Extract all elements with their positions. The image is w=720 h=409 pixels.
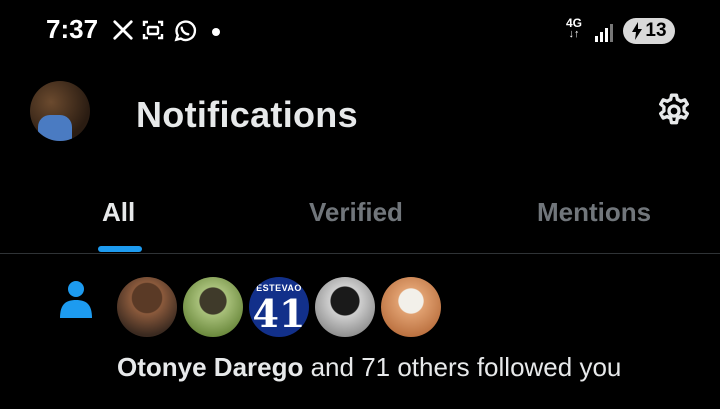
status-bar: 7:37 4G ↓↑ 13 (0, 0, 720, 64)
more-notifications-dot-icon (212, 28, 220, 36)
tab-verified[interactable]: Verified (309, 197, 403, 228)
follower-avatar[interactable] (117, 277, 177, 337)
network-indicator: 4G ↓↑ (566, 16, 583, 40)
person-icon (60, 281, 92, 318)
x-logo-icon (112, 18, 136, 44)
notification-text[interactable]: Otonye Darego and 71 others followed you (117, 352, 621, 383)
tabs-divider (0, 253, 720, 254)
follower-avatar[interactable] (381, 277, 441, 337)
whatsapp-icon (172, 18, 197, 44)
jersey-number: 41 (252, 291, 306, 336)
page-title: Notifications (136, 94, 358, 135)
tab-mentions[interactable]: Mentions (537, 197, 651, 228)
battery-level: 13 (645, 20, 667, 41)
battery-indicator: 13 (623, 18, 675, 44)
charging-bolt-icon (632, 22, 643, 40)
notification-actor[interactable]: Otonye Darego (117, 352, 303, 382)
follower-avatar[interactable] (183, 277, 243, 337)
gear-icon[interactable] (654, 91, 694, 131)
tab-all[interactable]: All (102, 197, 135, 228)
signal-icon (595, 24, 613, 42)
follower-avatar[interactable] (315, 277, 375, 337)
notification-message: and 71 others followed you (303, 352, 622, 382)
profile-avatar[interactable] (30, 81, 90, 141)
active-tab-indicator (98, 246, 142, 252)
screenshot-icon (141, 18, 165, 44)
follower-avatar[interactable]: ESTEVAO 41 (249, 277, 309, 337)
status-time: 7:37 (46, 14, 99, 44)
